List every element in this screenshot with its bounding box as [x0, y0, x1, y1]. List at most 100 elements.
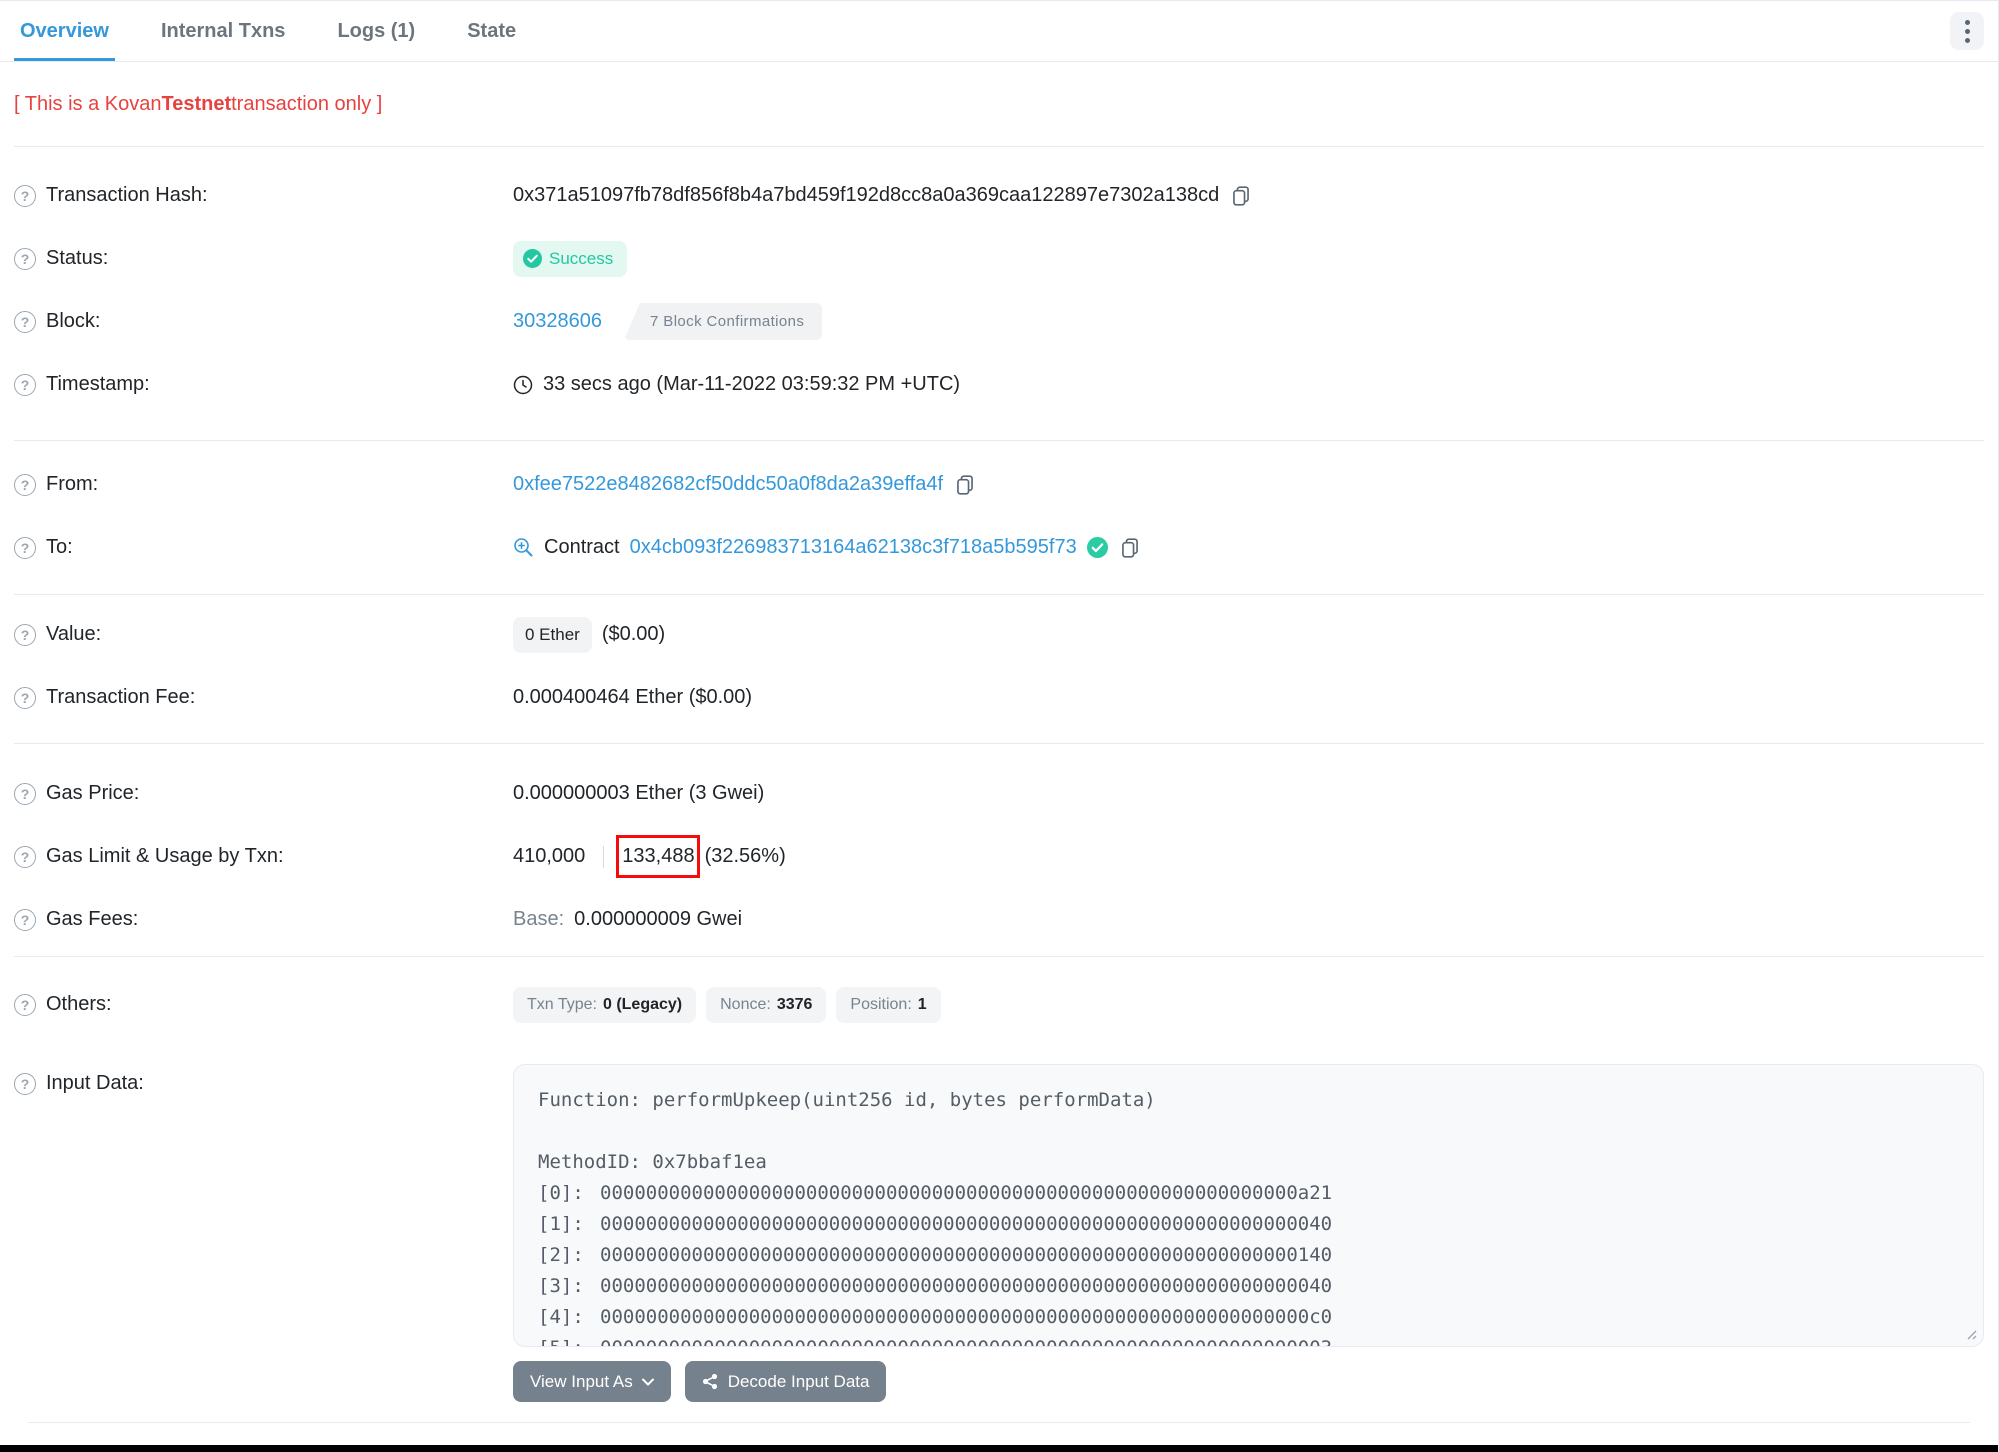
- testnet-notice: [ This is a Kovan Testnet transaction on…: [0, 62, 1998, 146]
- input-word-row: [0]: 000000000000000000000000000000000000…: [538, 1182, 1333, 1204]
- nonce-badge: Nonce: 3376: [706, 986, 827, 1023]
- block-label: Block:: [46, 310, 101, 332]
- zoom-in-icon[interactable]: [513, 537, 534, 558]
- check-circle-icon: [523, 249, 542, 268]
- input-function-line: Function: performUpkeep(uint256 id, byte…: [538, 1089, 1156, 1111]
- help-icon[interactable]: ?: [14, 310, 36, 333]
- row-gas-fees: ? Gas Fees: Base: 0.000000009 Gwei: [14, 888, 1984, 951]
- others-label: Others:: [46, 993, 112, 1015]
- section-summary: ? Transaction Hash: 0x371a51097fb78df856…: [0, 147, 1998, 440]
- help-icon[interactable]: ?: [14, 623, 36, 646]
- decode-icon: [702, 1373, 717, 1390]
- section-divider: [28, 1422, 1970, 1423]
- value-label: Value:: [46, 623, 102, 645]
- tab-overview[interactable]: Overview: [14, 1, 115, 61]
- gas-price-label: Gas Price:: [46, 782, 140, 804]
- status-label: Status:: [46, 247, 109, 269]
- section-gas: ? Gas Price: 0.000000003 Ether (3 Gwei) …: [0, 744, 1998, 956]
- tab-state[interactable]: State: [461, 1, 522, 61]
- help-icon[interactable]: ?: [14, 536, 36, 559]
- gas-used-annotation-box: 133,488: [616, 835, 700, 878]
- notice-text: [ This is a Kovan: [14, 92, 162, 115]
- status-badge: Success: [513, 240, 628, 277]
- row-transaction-hash: ? Transaction Hash: 0x371a51097fb78df856…: [14, 164, 1984, 227]
- gas-fees-label: Gas Fees:: [46, 908, 139, 930]
- row-gas-price: ? Gas Price: 0.000000003 Ether (3 Gwei): [14, 762, 1984, 825]
- row-to: ? To: Contract 0x4cb093f226983713164a621…: [14, 516, 1984, 579]
- transaction-overview-page: Overview Internal Txns Logs (1) State [ …: [0, 0, 1999, 1452]
- chevron-down-icon: [641, 1378, 654, 1385]
- base-fee-value: 0.000000009 Gwei: [574, 908, 743, 930]
- copy-icon[interactable]: [1118, 537, 1142, 559]
- row-value: ? Value: 0 Ether ($0.00): [14, 603, 1984, 666]
- help-icon[interactable]: ?: [14, 993, 36, 1016]
- value-separator: [603, 845, 605, 868]
- help-icon[interactable]: ?: [14, 247, 36, 270]
- kebab-icon: [1964, 19, 1970, 25]
- help-icon[interactable]: ?: [14, 782, 36, 805]
- bottom-bar: [0, 1445, 1998, 1452]
- row-block: ? Block: 30328606 7 Block Confirmations: [14, 290, 1984, 353]
- input-data-label: Input Data:: [46, 1072, 144, 1094]
- tab-logs[interactable]: Logs (1): [331, 1, 421, 61]
- copy-icon[interactable]: [953, 474, 977, 496]
- fee-label: Transaction Fee:: [46, 686, 196, 708]
- view-input-as-button[interactable]: View Input As: [513, 1361, 671, 1402]
- more-options-button[interactable]: [1950, 12, 1984, 50]
- input-data-textarea[interactable]: Function: performUpkeep(uint256 id, byte…: [513, 1064, 1984, 1347]
- row-gas-limit-usage: ? Gas Limit & Usage by Txn: 410,000 133,…: [14, 825, 1984, 888]
- from-address-link[interactable]: 0xfee7522e8482682cf50ddc50a0f8da2a39effa…: [513, 473, 943, 496]
- row-input-data: ? Input Data: Function: performUpkeep(ui…: [14, 1064, 1984, 1402]
- row-timestamp: ? Timestamp: 33 secs ago (Mar-11-2022 03…: [14, 353, 1984, 416]
- verified-check-icon: [1086, 537, 1108, 558]
- input-word-row: [4]: 000000000000000000000000000000000000…: [538, 1306, 1333, 1328]
- transaction-hash-label: Transaction Hash:: [46, 184, 208, 206]
- base-fee-label: Base:: [513, 908, 565, 930]
- block-number-link[interactable]: 30328606: [513, 310, 602, 333]
- section-value: ? Value: 0 Ether ($0.00) ? Transaction F…: [0, 595, 1998, 743]
- row-others: ? Others: Txn Type: 0 (Legacy) Nonce: 33…: [14, 973, 1984, 1036]
- input-word-row: [3]: 000000000000000000000000000000000000…: [538, 1275, 1333, 1297]
- input-word-row: [2]: 000000000000000000000000000000000000…: [538, 1244, 1333, 1266]
- gas-limit-label: Gas Limit & Usage by Txn:: [46, 845, 284, 867]
- section-addresses: ? From: 0xfee7522e8482682cf50ddc50a0f8da…: [0, 441, 1998, 594]
- transaction-hash-value: 0x371a51097fb78df856f8b4a7bd459f192d8cc8…: [513, 184, 1220, 206]
- row-from: ? From: 0xfee7522e8482682cf50ddc50a0f8da…: [14, 453, 1984, 516]
- gas-used-value: 133,488: [622, 845, 695, 867]
- help-icon[interactable]: ?: [14, 373, 36, 396]
- txn-type-badge: Txn Type: 0 (Legacy): [513, 986, 697, 1023]
- row-transaction-fee: ? Transaction Fee: 0.000400464 Ether ($0…: [14, 666, 1984, 729]
- ether-value-badge: 0 Ether: [513, 616, 592, 653]
- to-address-link[interactable]: 0x4cb093f226983713164a62138c3f718a5b595f…: [630, 536, 1077, 559]
- copy-icon[interactable]: [1229, 185, 1253, 207]
- notice-suffix: transaction only ]: [231, 92, 383, 115]
- help-icon[interactable]: ?: [14, 473, 36, 496]
- input-word-row: [5]:000000000000000000000000000000000000…: [538, 1333, 1959, 1346]
- tab-bar: Overview Internal Txns Logs (1) State: [0, 1, 1998, 62]
- position-badge: Position: 1: [836, 986, 941, 1023]
- row-status: ? Status: Success: [14, 227, 1984, 290]
- from-label: From:: [46, 473, 99, 495]
- input-methodid-line: MethodID: 0x7bbaf1ea: [538, 1151, 767, 1173]
- clock-icon: [513, 375, 533, 394]
- fee-value: 0.000400464 Ether ($0.00): [513, 686, 753, 708]
- help-icon[interactable]: ?: [14, 845, 36, 868]
- notice-bold: Testnet: [161, 92, 232, 115]
- help-icon[interactable]: ?: [14, 686, 36, 709]
- timestamp-label: Timestamp:: [46, 373, 150, 395]
- input-word-row: [1]: 000000000000000000000000000000000000…: [538, 1213, 1333, 1235]
- gas-price-value: 0.000000003 Ether (3 Gwei): [513, 782, 765, 804]
- help-icon[interactable]: ?: [14, 1072, 36, 1095]
- tab-internal-txns[interactable]: Internal Txns: [155, 1, 291, 61]
- gas-limit-value: 410,000: [513, 845, 586, 867]
- timestamp-value: 33 secs ago (Mar-11-2022 03:59:32 PM +UT…: [543, 373, 961, 395]
- to-type: Contract: [544, 536, 620, 558]
- to-label: To:: [46, 536, 73, 558]
- status-value: Success: [549, 248, 614, 268]
- help-icon[interactable]: ?: [14, 184, 36, 207]
- help-icon[interactable]: ?: [14, 908, 36, 931]
- block-confirmations-badge: 7 Block Confirmations: [623, 303, 823, 340]
- value-usd: ($0.00): [601, 623, 666, 645]
- decode-input-data-button[interactable]: Decode Input Data: [684, 1361, 887, 1402]
- resize-grip-icon[interactable]: [1963, 1326, 1977, 1340]
